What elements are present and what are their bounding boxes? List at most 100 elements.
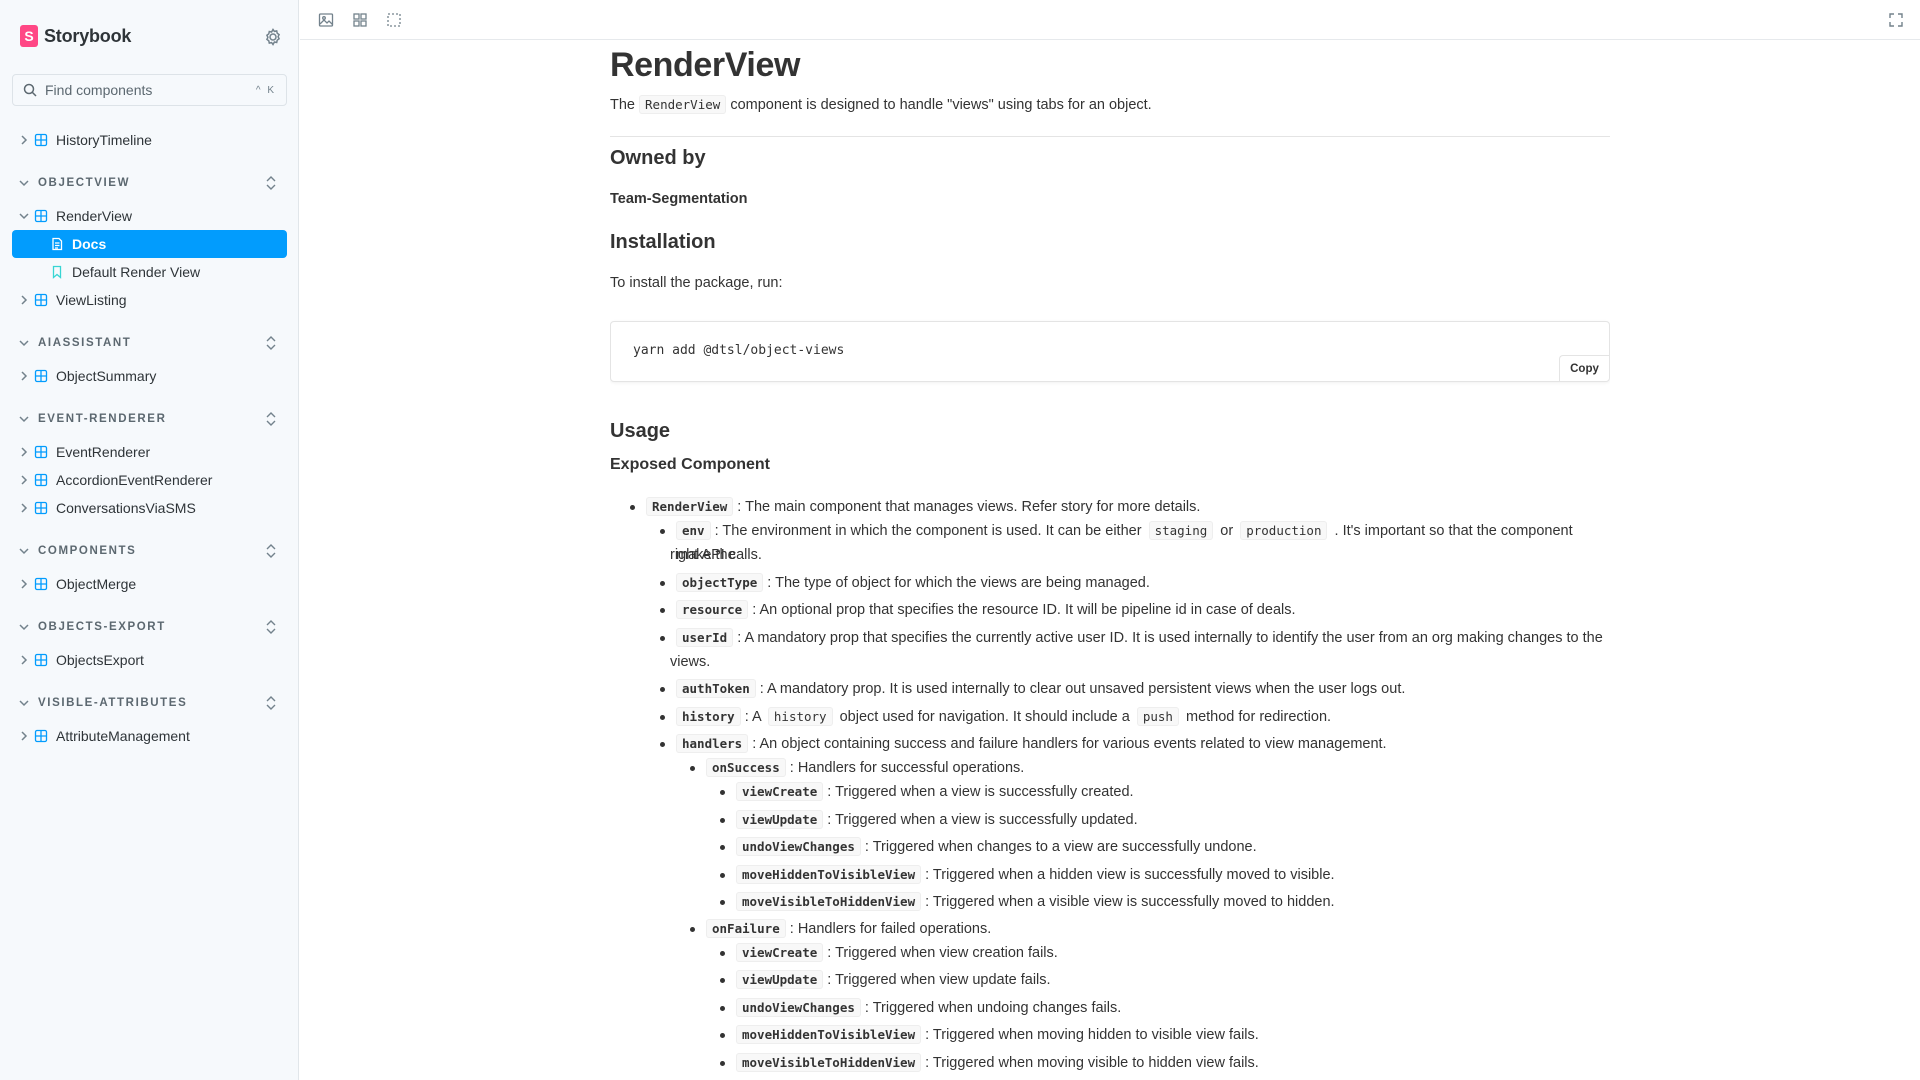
prop-name: moveHiddenToVisibleView bbox=[736, 1025, 922, 1044]
sidebar-item-eventrenderer[interactable]: EventRenderer bbox=[12, 438, 287, 466]
expand-collapse-icon[interactable] bbox=[263, 619, 279, 635]
sidebar-item-conversationsviasms[interactable]: ConversationsViaSMS bbox=[12, 494, 287, 522]
sidebar-item-docs[interactable]: Docs bbox=[12, 230, 287, 258]
prop-description: : Triggered when a hidden view is succes… bbox=[925, 867, 1335, 883]
sidebar-item-historytimeline[interactable]: HistoryTimeline bbox=[12, 126, 287, 154]
component-icon bbox=[34, 445, 48, 459]
list-item-continuation: views. bbox=[670, 650, 710, 674]
document-icon bbox=[52, 237, 63, 251]
prop-description: : The environment in which the component… bbox=[714, 523, 1142, 539]
sidebar-item-objectmerge[interactable]: ObjectMerge bbox=[12, 570, 287, 598]
sidebar-item-accordioneventrenderer[interactable]: AccordionEventRenderer bbox=[12, 466, 287, 494]
chevron-right-icon bbox=[21, 731, 28, 741]
prop-description: : Triggered when moving hidden to visibl… bbox=[925, 1027, 1259, 1043]
list-item: viewCreate : Triggered when a view is su… bbox=[720, 780, 1134, 804]
copy-button[interactable]: Copy bbox=[1559, 355, 1609, 381]
prop-description: views. bbox=[670, 654, 711, 670]
expand-collapse-icon[interactable] bbox=[263, 411, 279, 427]
image-icon[interactable] bbox=[317, 11, 335, 29]
toolbar bbox=[300, 0, 1920, 40]
prop-name: viewUpdate bbox=[736, 970, 824, 989]
prop-description: object used for navigation. It should in… bbox=[839, 709, 1130, 725]
fullscreen-icon[interactable] bbox=[1887, 11, 1905, 29]
grid-icon[interactable] bbox=[351, 11, 369, 29]
component-icon bbox=[34, 473, 48, 487]
search-input[interactable] bbox=[45, 82, 256, 98]
sidebar-item-label: RenderView bbox=[56, 208, 133, 224]
prop-description: : Triggered when undoing changes fails. bbox=[864, 1000, 1122, 1016]
prop-description: : An object containing success and failu… bbox=[752, 736, 1387, 752]
component-icon bbox=[34, 209, 48, 223]
chevron-down-icon bbox=[19, 180, 29, 187]
prop-description: : Triggered when a visible view is succe… bbox=[925, 894, 1335, 910]
list-item: undoViewChanges : Triggered when undoing… bbox=[720, 996, 1122, 1020]
prop-description: : Triggered when changes to a view are s… bbox=[864, 839, 1257, 855]
group-title: OBJECTVIEW bbox=[38, 177, 131, 189]
prop-description: : Triggered when a view is successfully … bbox=[827, 784, 1134, 800]
component-icon bbox=[34, 133, 48, 147]
prop-name: viewCreate bbox=[736, 943, 824, 962]
sidebar-item-objectsummary[interactable]: ObjectSummary bbox=[12, 362, 287, 390]
outline-icon[interactable] bbox=[385, 11, 403, 29]
list-item: undoViewChanges : Triggered when changes… bbox=[720, 835, 1257, 859]
prop-description: or bbox=[1220, 523, 1234, 539]
lead-text: The bbox=[610, 97, 635, 113]
expand-collapse-icon[interactable] bbox=[263, 335, 279, 351]
sidebar-item-label: AttributeManagement bbox=[56, 728, 190, 744]
chevron-right-icon bbox=[21, 371, 28, 381]
inline-code: production bbox=[1240, 521, 1328, 540]
group-title: OBJECTS-EXPORT bbox=[38, 621, 166, 633]
prop-name: history bbox=[676, 707, 741, 726]
bookmark-icon bbox=[52, 265, 62, 279]
prop-name: viewCreate bbox=[736, 782, 824, 801]
list-item: moveHiddenToVisibleView : Triggered when… bbox=[720, 863, 1335, 887]
expand-collapse-icon[interactable] bbox=[263, 543, 279, 559]
group-header-aiassistant[interactable]: AIASSISTANT bbox=[12, 331, 287, 355]
group-header-components[interactable]: COMPONENTS bbox=[12, 539, 287, 563]
prop-name: authToken bbox=[676, 679, 756, 698]
exposed-component-heading: Exposed Component bbox=[610, 456, 771, 473]
sidebar-item-label: ObjectSummary bbox=[56, 368, 157, 384]
sidebar-item-renderview[interactable]: RenderView bbox=[12, 202, 287, 230]
prop-name: moveHiddenToVisibleView bbox=[736, 865, 922, 884]
prop-name: userId bbox=[676, 628, 734, 647]
prop-description: : Triggered when view update fails. bbox=[827, 972, 1051, 988]
group-header-objects-export[interactable]: OBJECTS-EXPORT bbox=[12, 615, 287, 639]
component-icon bbox=[34, 369, 48, 383]
chevron-right-icon bbox=[21, 655, 28, 665]
list-item: handlers : An object containing success … bbox=[660, 732, 1387, 756]
component-icon bbox=[34, 653, 48, 667]
storybook-logo[interactable]: S Storybook bbox=[20, 25, 131, 47]
group-header-objectview[interactable]: OBJECTVIEW bbox=[12, 171, 287, 195]
sidebar-item-label: HistoryTimeline bbox=[56, 132, 152, 148]
chevron-right-icon bbox=[21, 475, 28, 485]
prop-description: : Handlers for failed operations. bbox=[789, 921, 992, 937]
chevron-down-icon bbox=[19, 416, 29, 423]
sidebar-item-default-render-view[interactable]: Default Render View bbox=[12, 258, 287, 286]
list-item: viewCreate : Triggered when view creatio… bbox=[720, 941, 1058, 965]
expand-collapse-icon[interactable] bbox=[263, 175, 279, 191]
prop-description: : Triggered when moving visible to hidde… bbox=[925, 1055, 1259, 1071]
group-header-visible-attributes[interactable]: VISIBLE-ATTRIBUTES bbox=[12, 691, 287, 715]
list-item: RenderView : The main component that man… bbox=[630, 495, 1200, 519]
prop-description: : A bbox=[744, 709, 761, 725]
chevron-down-icon bbox=[19, 548, 29, 555]
expand-collapse-icon[interactable] bbox=[263, 695, 279, 711]
usage-heading: Usage bbox=[610, 420, 671, 442]
search-icon bbox=[23, 83, 37, 97]
sidebar-item-viewlisting[interactable]: ViewListing bbox=[12, 286, 287, 314]
sidebar-item-attributemanagement[interactable]: AttributeManagement bbox=[12, 722, 287, 750]
prop-name: undoViewChanges bbox=[736, 837, 861, 856]
group-header-event-renderer[interactable]: EVENT-RENDERER bbox=[12, 407, 287, 431]
list-item: viewUpdate : Triggered when a view is su… bbox=[720, 808, 1138, 832]
code-block: yarn add @dtsl/object-views Copy bbox=[610, 321, 1610, 382]
search-box[interactable]: ^ K bbox=[12, 74, 287, 106]
sidebar-item-label: ConversationsViaSMS bbox=[56, 500, 196, 516]
gear-icon[interactable] bbox=[263, 27, 283, 47]
chevron-right-icon bbox=[21, 579, 28, 589]
prop-name: onFailure bbox=[706, 919, 786, 938]
owner-team: Team-Segmentation bbox=[610, 191, 748, 207]
chevron-right-icon bbox=[21, 447, 28, 457]
sidebar-item-objectsexport[interactable]: ObjectsExport bbox=[12, 646, 287, 674]
sidebar-item-label: ObjectsExport bbox=[56, 652, 144, 668]
